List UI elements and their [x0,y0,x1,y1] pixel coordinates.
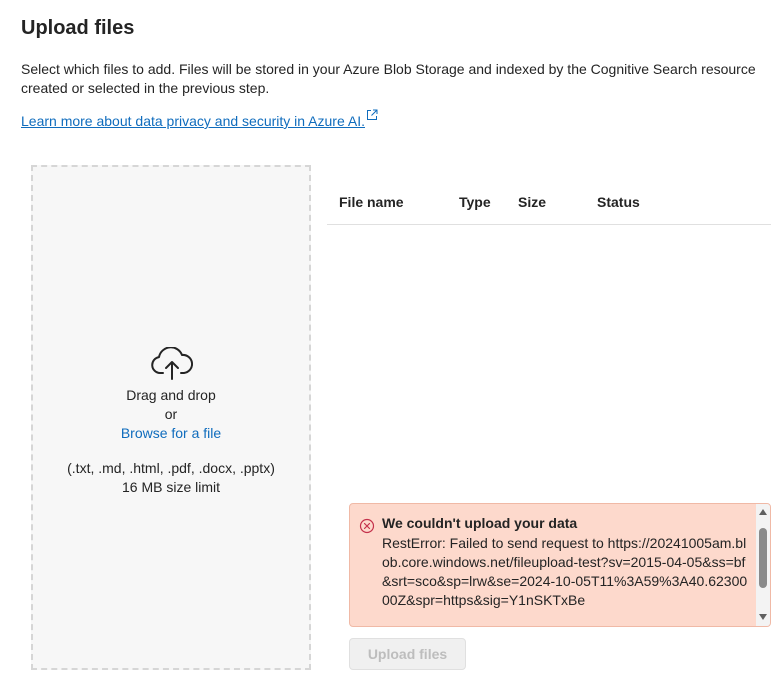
file-types-label: (.txt, .md, .html, .pdf, .docx, .pptx) [67,460,275,476]
error-message-bar: We couldn't upload your data RestError: … [349,503,771,627]
scroll-down-arrow-icon[interactable] [759,614,767,620]
error-details: RestError: Failed to send request to htt… [382,535,748,608]
column-header-status[interactable]: Status [597,194,640,210]
file-table-header: File name Type Size Status [327,183,771,225]
learn-more-link[interactable]: Learn more about data privacy and securi… [21,113,365,129]
error-circle-icon [359,518,375,534]
error-title: We couldn't upload your data [382,515,578,531]
column-header-type[interactable]: Type [459,194,491,210]
column-header-size[interactable]: Size [518,194,546,210]
file-dropzone[interactable]: Drag and drop or Browse for a file (.txt… [31,165,311,670]
cloud-upload-icon [151,347,193,380]
or-label: or [164,406,178,422]
page-title: Upload files [21,17,135,39]
external-link-icon [367,109,378,120]
error-scrollbar[interactable] [756,504,770,626]
browse-file-link[interactable]: Browse for a file [33,425,309,441]
upload-files-button[interactable]: Upload files [349,638,466,670]
scroll-up-arrow-icon[interactable] [759,509,767,515]
drag-drop-label: Drag and drop [126,387,216,403]
column-header-file-name[interactable]: File name [339,194,404,210]
page-description: Select which files to add. Files will be… [21,61,756,96]
size-limit-label: 16 MB size limit [121,479,221,495]
scroll-thumb[interactable] [759,528,767,588]
